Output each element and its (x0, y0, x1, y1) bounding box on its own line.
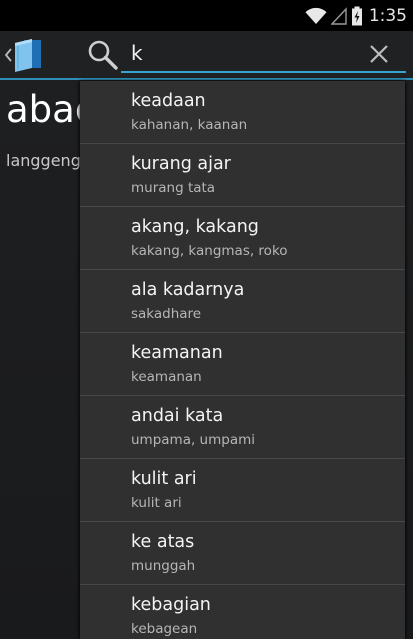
suggestion-term: kebagian (131, 595, 211, 615)
suggestion-item[interactable]: kulit ari kulit ari (80, 459, 405, 522)
action-bar (0, 31, 413, 78)
suggestion-meaning: sakadhare (131, 306, 202, 322)
suggestion-term: kurang ajar (131, 154, 231, 174)
suggestion-item[interactable]: andai kata umpama, umpami (80, 396, 405, 459)
suggestion-term: ala kadarnya (131, 280, 245, 300)
suggestion-meaning: murang tata (131, 180, 216, 196)
status-icons: 1:35 (305, 3, 407, 28)
suggestion-item[interactable]: keamanan keamanan (80, 333, 405, 396)
suggestion-meaning: keamanan (131, 369, 202, 385)
up-button[interactable] (2, 37, 48, 73)
suggestion-list: keadaan kahanan, kaanan kurang ajar mura… (80, 81, 405, 639)
suggestion-term: keamanan (131, 343, 223, 363)
chevron-left-icon (4, 48, 12, 62)
battery-icon (351, 6, 362, 25)
suggestion-meaning: umpama, umpami (131, 432, 256, 448)
suggestion-meaning: kakang, kangmas, roko (131, 243, 288, 259)
suggestion-meaning: kahanan, kaanan (131, 117, 248, 133)
suggestion-term: keadaan (131, 91, 206, 111)
search-icon (88, 40, 118, 70)
action-bar-divider (0, 78, 413, 80)
search-underline (121, 71, 406, 73)
suggestion-meaning: kebagean (131, 621, 198, 637)
signal-icon (330, 6, 347, 25)
clear-search-button[interactable] (362, 37, 396, 71)
book-icon (15, 39, 41, 72)
suggestion-item[interactable]: kurang ajar murang tata (80, 144, 405, 207)
suggestion-term: akang, kakang (131, 217, 259, 237)
status-bar: 1:35 (0, 0, 413, 31)
detail-meaning: langgeng (6, 151, 81, 170)
suggestion-term: ke atas (131, 532, 195, 552)
suggestion-meaning: munggah (131, 558, 196, 574)
suggestion-meaning: kulit ari (131, 495, 182, 511)
suggestion-item[interactable]: ala kadarnya sakadhare (80, 270, 405, 333)
search-input[interactable] (123, 37, 371, 69)
app-screen: 1:35 abac langgeng (0, 0, 413, 639)
wifi-icon (305, 7, 327, 24)
suggestion-item[interactable]: kebagian kebagean (80, 585, 405, 639)
suggestion-item[interactable]: keadaan kahanan, kaanan (80, 81, 405, 144)
suggestion-term: kulit ari (131, 469, 197, 489)
suggestion-term: andai kata (131, 406, 224, 426)
suggestion-item[interactable]: akang, kakang kakang, kangmas, roko (80, 207, 405, 270)
close-icon (370, 45, 388, 63)
status-time: 1:35 (368, 5, 407, 26)
suggestion-item[interactable]: ke atas munggah (80, 522, 405, 585)
